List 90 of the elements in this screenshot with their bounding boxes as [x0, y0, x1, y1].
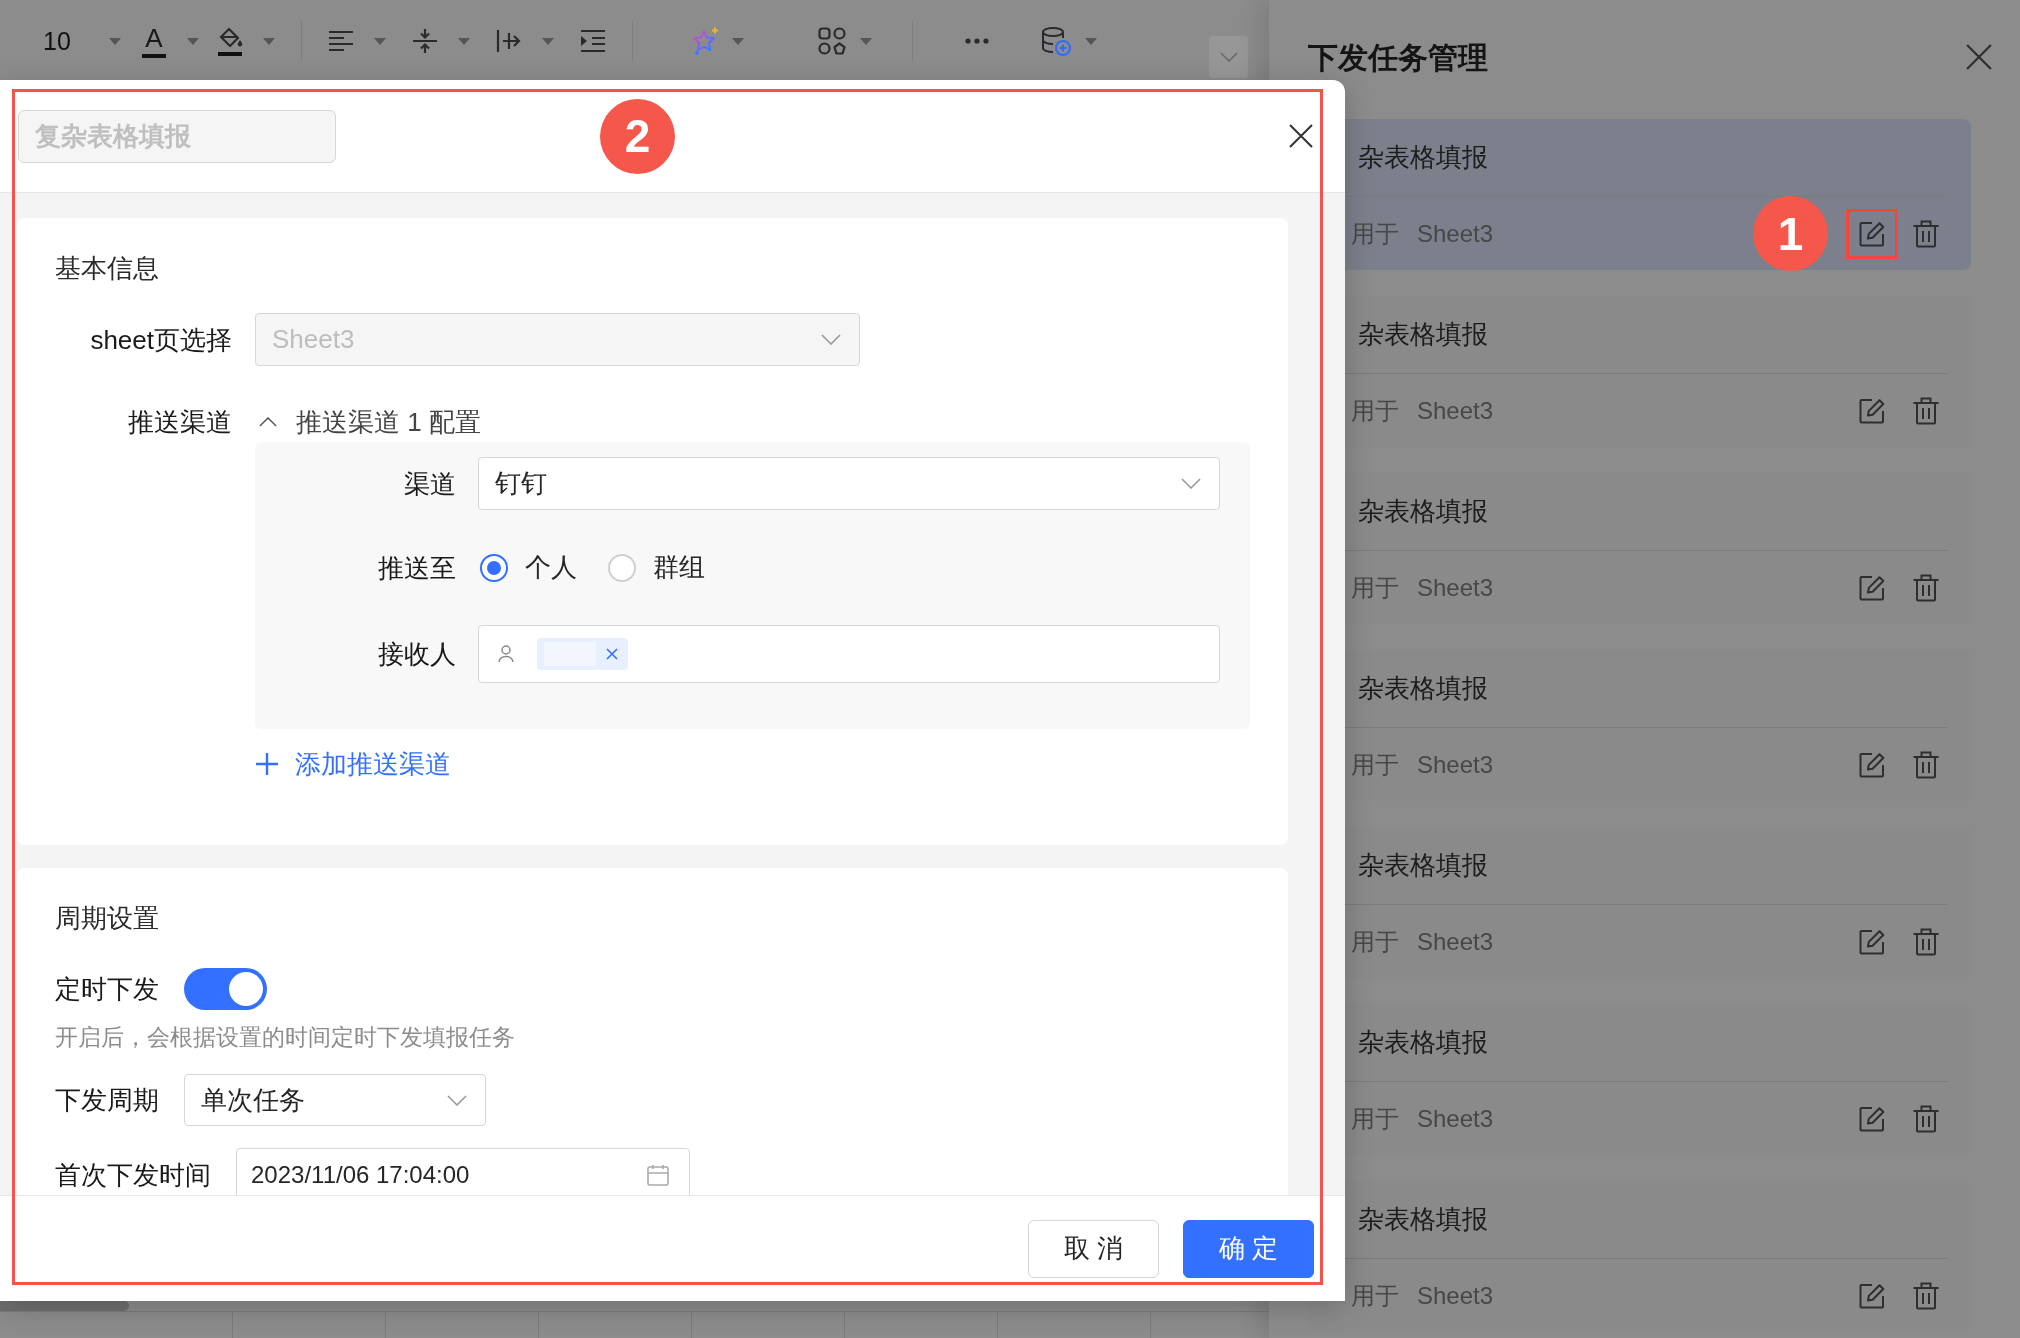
- applies-label: 用于: [1351, 572, 1399, 603]
- task-title: 杂表格填报: [1358, 495, 1488, 528]
- date-field[interactable]: 2023/11/06 17:04:00: [236, 1148, 690, 1195]
- field-label: 定时下发: [55, 976, 159, 1002]
- field-label: 下发周期: [55, 1087, 159, 1113]
- section-title: 周期设置: [55, 902, 160, 935]
- caret-icon[interactable]: [187, 37, 199, 45]
- field-label: 推送渠道: [127, 406, 232, 439]
- section-title: 基本信息: [55, 252, 160, 285]
- hint-text: 开启后，会根据设置的时间定时下发填报任务: [55, 1024, 516, 1052]
- annotation-badge: 2: [600, 98, 675, 174]
- drawer-title: 下发任务管理: [1308, 39, 1488, 76]
- caret-icon[interactable]: [374, 37, 386, 45]
- edit-icon[interactable]: [1859, 220, 1885, 247]
- annotation-badge: 1: [1753, 196, 1828, 271]
- vertical-align-icon[interactable]: [412, 28, 438, 54]
- toggle-switch[interactable]: [184, 968, 267, 1010]
- database-add-icon[interactable]: [1041, 26, 1071, 56]
- caret-icon[interactable]: [732, 37, 744, 45]
- task-title: 杂表格填报: [1358, 141, 1488, 174]
- applies-label: 用于: [1351, 926, 1399, 957]
- caret-icon[interactable]: [458, 37, 470, 45]
- sheet-name: Sheet3: [1417, 1103, 1494, 1134]
- sparkle-star-icon[interactable]: [690, 26, 720, 56]
- font-color-button[interactable]: A: [141, 24, 167, 58]
- edit-icon[interactable]: [1859, 751, 1885, 778]
- applies-label: 用于: [1351, 1280, 1399, 1311]
- plus-icon: [255, 752, 279, 776]
- period-select[interactable]: 单次任务: [184, 1074, 486, 1126]
- applies-label: 用于: [1351, 1103, 1399, 1134]
- more-icon[interactable]: [965, 38, 989, 44]
- chevron-down-icon: [1219, 52, 1238, 62]
- caret-icon[interactable]: [263, 37, 275, 45]
- indent-icon[interactable]: [580, 29, 606, 53]
- task-title: 杂表格填报: [1358, 1026, 1488, 1059]
- sheet-name: Sheet3: [1417, 749, 1494, 780]
- caret-icon[interactable]: [542, 37, 554, 45]
- text-direction-icon[interactable]: [496, 29, 522, 53]
- edit-icon[interactable]: [1859, 1282, 1885, 1309]
- chevron-down-icon: [821, 334, 841, 345]
- edit-icon[interactable]: [1859, 574, 1885, 601]
- task-title: 杂表格填报: [1358, 318, 1488, 351]
- caret-icon[interactable]: [1085, 37, 1097, 45]
- trash-icon[interactable]: [1913, 573, 1939, 602]
- trash-icon[interactable]: [1913, 1104, 1939, 1133]
- field-label: 渠道: [403, 467, 456, 501]
- field-label: sheet页选择: [89, 323, 232, 357]
- radio-label: 群组: [653, 551, 705, 584]
- applies-label: 用于: [1351, 749, 1399, 780]
- sheet-name: Sheet3: [1417, 926, 1494, 957]
- trash-icon[interactable]: [1913, 219, 1939, 248]
- task-title: 杂表格填报: [1358, 849, 1488, 882]
- edit-icon[interactable]: [1859, 1105, 1885, 1132]
- shapes-grid-icon[interactable]: [818, 27, 846, 55]
- field-label: 首次下发时间: [55, 1161, 211, 1188]
- chevron-down-icon: [447, 1094, 467, 1106]
- channel-select[interactable]: 钉钉: [478, 457, 1220, 510]
- sheet-name: Sheet3: [1417, 572, 1494, 603]
- radio-button[interactable]: [480, 553, 508, 582]
- field-label: 推送至: [377, 551, 456, 585]
- field-label: 接收人: [377, 638, 456, 671]
- caret-icon[interactable]: [109, 37, 121, 45]
- trash-icon[interactable]: [1913, 396, 1939, 425]
- task-title: 杂表格填报: [1358, 1203, 1488, 1236]
- trash-icon[interactable]: [1913, 927, 1939, 956]
- confirm-button[interactable]: 确 定: [1183, 1219, 1314, 1278]
- calendar-icon: [647, 1163, 669, 1186]
- person-icon: [498, 645, 514, 663]
- close-icon[interactable]: [1289, 124, 1313, 148]
- task-title: 杂表格填报: [1358, 672, 1488, 705]
- cancel-button[interactable]: 取 消: [1028, 1219, 1159, 1278]
- sheet-name: Sheet3: [1417, 1280, 1494, 1311]
- chevron-up-icon[interactable]: [259, 417, 277, 427]
- sheet-name: Sheet3: [1417, 218, 1494, 249]
- applies-label: 用于: [1351, 218, 1399, 249]
- caret-icon[interactable]: [860, 37, 872, 45]
- scrollbar-thumb[interactable]: [0, 1301, 129, 1311]
- add-channel-link[interactable]: 添加推送渠道: [255, 746, 451, 782]
- edit-icon[interactable]: [1859, 928, 1885, 955]
- align-left-icon[interactable]: [328, 30, 354, 52]
- font-size-select[interactable]: 10: [43, 28, 73, 54]
- edit-icon[interactable]: [1859, 397, 1885, 424]
- channel-config-title[interactable]: 推送渠道 1 配置: [296, 402, 481, 442]
- applies-label: 用于: [1351, 395, 1399, 426]
- fill-color-icon[interactable]: [217, 26, 243, 56]
- chevron-down-icon: [1181, 478, 1201, 489]
- trash-icon[interactable]: [1913, 750, 1939, 779]
- radio-label: 个人: [525, 551, 577, 584]
- trash-icon[interactable]: [1913, 1281, 1939, 1310]
- sheet-name: Sheet3: [1417, 395, 1494, 426]
